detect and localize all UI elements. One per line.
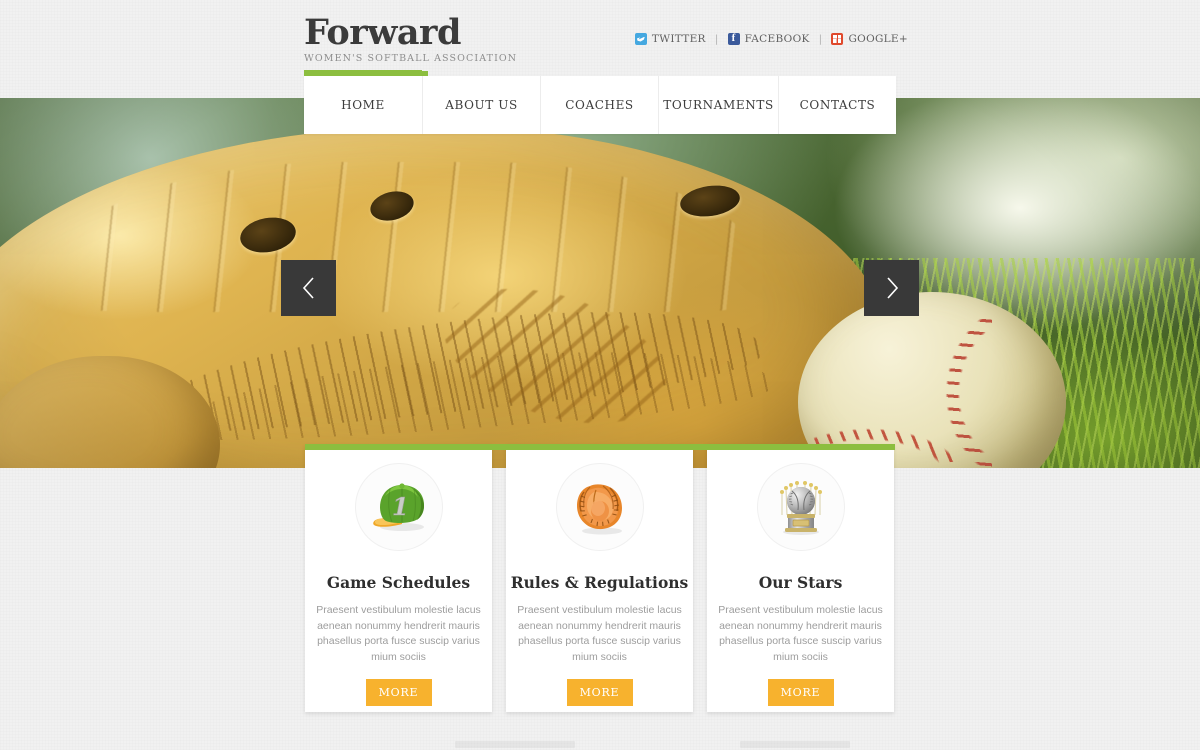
social-label-twitter: TWITTER xyxy=(651,33,706,45)
social-link-facebook[interactable]: FACEBOOK xyxy=(727,32,810,45)
below-fold-content-hint xyxy=(0,735,1200,750)
google-plus-icon xyxy=(831,33,844,45)
card-icon-container xyxy=(555,463,644,551)
logo-title: Forward xyxy=(304,12,461,53)
cards-green-bar xyxy=(305,444,895,450)
facebook-icon xyxy=(727,32,740,45)
twitter-icon xyxy=(634,33,647,45)
card-description: Praesent vestibulum molestie lacus aenea… xyxy=(517,604,682,663)
card-description: Praesent vestibulum molestie lacus aenea… xyxy=(316,604,481,663)
card-description: Praesent vestibulum molestie lacus aenea… xyxy=(718,604,883,663)
nav-item-tournaments[interactable]: TOURNAMENTS xyxy=(658,76,778,134)
nav-label-coaches: COACHES xyxy=(565,98,634,112)
main-navigation: HOME ABOUT US COACHES TOURNAMENTS CONTAC… xyxy=(304,70,896,134)
card-title: Our Stars xyxy=(758,573,843,592)
feature-card: Rules & Regulations Praesent vestibulum … xyxy=(506,444,693,712)
trophy-icon xyxy=(779,481,822,535)
below-fold-placeholder xyxy=(740,741,850,748)
social-link-google-plus[interactable]: GOOGLE+ xyxy=(831,33,908,45)
feature-card: 1 Game Schedules Praesent vestibulum mol… xyxy=(305,444,492,712)
nav-label-about-us: ABOUT US xyxy=(445,98,518,112)
chevron-right-icon xyxy=(886,277,898,299)
nav-label-contacts: CONTACTS xyxy=(799,98,876,112)
nav-label-home: HOME xyxy=(341,98,385,112)
social-separator: | xyxy=(818,33,823,45)
hero-vignette xyxy=(0,98,1200,468)
card-more-button[interactable]: MORE xyxy=(365,679,432,706)
nav-label-tournaments: TOURNAMENTS xyxy=(663,98,774,112)
nav-item-contacts[interactable]: CONTACTS xyxy=(778,76,896,134)
hero-slider xyxy=(0,98,1200,468)
chevron-left-icon xyxy=(302,277,314,299)
baseball-cap-icon: 1 xyxy=(372,483,424,531)
slider-next-button[interactable] xyxy=(864,260,919,316)
svg-text:1: 1 xyxy=(392,492,409,521)
nav-item-coaches[interactable]: COACHES xyxy=(540,76,658,134)
card-icon-container: 1 xyxy=(354,463,443,551)
nav-item-home[interactable]: HOME xyxy=(304,70,422,134)
slider-prev-button[interactable] xyxy=(281,260,336,316)
card-icon-container xyxy=(756,463,845,551)
social-links: TWITTER | FACEBOOK | GOOGLE+ xyxy=(634,32,908,45)
social-label-google-plus: GOOGLE+ xyxy=(848,33,908,45)
card-more-button[interactable]: MORE xyxy=(767,679,834,706)
logo[interactable]: Forward WOMEN'S SOFTBALL ASSOCIATION xyxy=(304,12,518,65)
card-title: Rules & Regulations xyxy=(510,573,689,592)
social-separator: | xyxy=(714,33,719,45)
card-more-button[interactable]: MORE xyxy=(566,679,633,706)
feature-cards: 1 Game Schedules Praesent vestibulum mol… xyxy=(305,444,895,712)
social-link-twitter[interactable]: TWITTER xyxy=(634,33,706,45)
logo-tagline: WOMEN'S SOFTBALL ASSOCIATION xyxy=(304,53,518,64)
social-label-facebook: FACEBOOK xyxy=(744,33,810,45)
card-title: Game Schedules xyxy=(326,573,471,592)
hero-image xyxy=(0,98,1200,468)
below-fold-placeholder xyxy=(455,741,575,748)
baseball-glove-icon xyxy=(576,484,622,535)
nav-item-about-us[interactable]: ABOUT US xyxy=(422,76,540,134)
feature-card: Our Stars Praesent vestibulum molestie l… xyxy=(707,444,894,712)
